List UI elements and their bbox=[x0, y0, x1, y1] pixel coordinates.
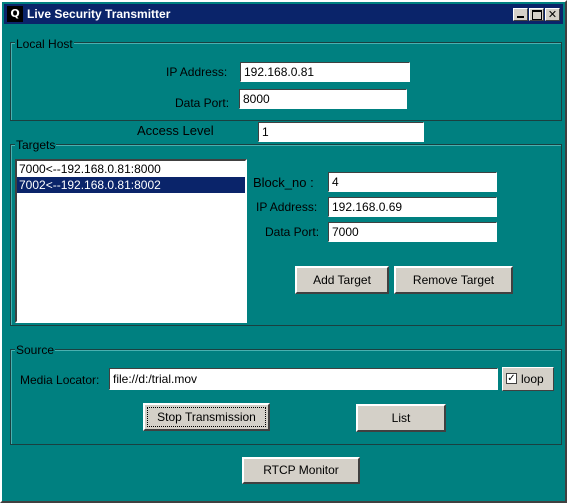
media-locator-label: Media Locator: bbox=[20, 373, 100, 387]
target-port-label: Data Port: bbox=[265, 225, 320, 239]
target-list-item[interactable]: 7002<--192.168.0.81:8002 bbox=[17, 177, 245, 193]
targets-legend: Targets bbox=[15, 138, 57, 152]
list-button[interactable]: List bbox=[356, 404, 446, 432]
local-port-label: Data Port: bbox=[175, 96, 230, 110]
targets-listbox[interactable]: 7000<--192.168.0.81:8000 7002<--192.168.0… bbox=[15, 159, 247, 323]
minimize-button[interactable] bbox=[513, 8, 528, 21]
remove-target-button[interactable]: Remove Target bbox=[394, 266, 513, 294]
access-level-label: Access Level bbox=[137, 123, 214, 138]
checkmark-icon: ✓ bbox=[506, 373, 517, 384]
maximize-button[interactable] bbox=[529, 8, 544, 21]
access-level-field[interactable]: 1 bbox=[258, 122, 424, 142]
source-group bbox=[10, 349, 562, 445]
target-port-field[interactable]: 7000 bbox=[328, 222, 497, 242]
target-list-item[interactable]: 7000<--192.168.0.81:8000 bbox=[17, 161, 245, 177]
add-target-button[interactable]: Add Target bbox=[295, 266, 389, 294]
local-port-field[interactable]: 8000 bbox=[239, 89, 407, 109]
local-ip-field[interactable]: 192.168.0.81 bbox=[240, 62, 410, 82]
loop-checkbox[interactable]: ✓ loop bbox=[502, 367, 554, 391]
local-host-legend: Local Host bbox=[15, 37, 74, 51]
stop-transmission-button[interactable]: Stop Transmission bbox=[143, 403, 270, 431]
local-ip-label: IP Address: bbox=[166, 65, 228, 79]
target-ip-field[interactable]: 192.168.0.69 bbox=[328, 197, 497, 217]
close-button[interactable]: ✕ bbox=[545, 8, 560, 21]
window-title: Live Security Transmitter bbox=[27, 7, 171, 21]
source-legend: Source bbox=[15, 343, 56, 357]
main-window: Q Live Security Transmitter ✕ Local Host… bbox=[0, 0, 567, 503]
title-bar[interactable]: Q Live Security Transmitter ✕ bbox=[4, 4, 563, 24]
app-icon: Q bbox=[7, 6, 23, 22]
block-no-label: Block_no : bbox=[253, 175, 314, 190]
rtcp-monitor-button[interactable]: RTCP Monitor bbox=[242, 457, 360, 484]
block-no-field[interactable]: 4 bbox=[328, 172, 497, 192]
loop-label: loop bbox=[521, 372, 544, 386]
media-locator-field[interactable]: file://d:/trial.mov bbox=[109, 368, 498, 390]
target-ip-label: IP Address: bbox=[256, 200, 318, 214]
